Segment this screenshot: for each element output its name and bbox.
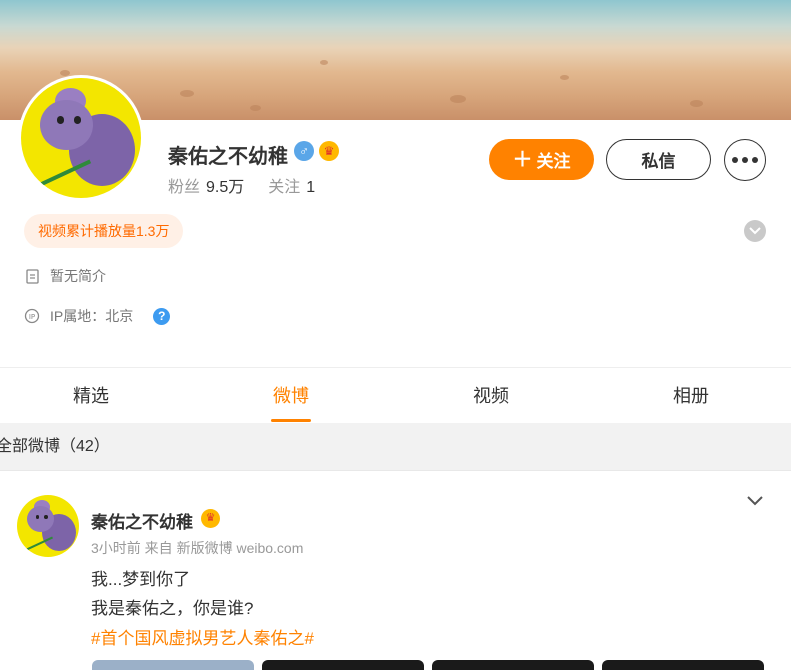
post-menu-chevron-icon[interactable]: [746, 494, 764, 508]
document-icon: [24, 268, 40, 284]
svg-text:IP: IP: [29, 313, 35, 321]
help-icon[interactable]: ?: [153, 307, 171, 325]
chevron-down-icon: [749, 227, 761, 235]
post-image-thumb[interactable]: [602, 660, 764, 670]
tab-label: 微博: [273, 386, 309, 406]
message-button-label: 私信: [641, 152, 676, 171]
ip-location-text: IP属地：北京: [50, 308, 134, 324]
follow-button-label: 关注: [536, 152, 571, 171]
post-text-line: 我...梦到你了: [91, 570, 191, 589]
bio-text: 暂无简介: [50, 268, 106, 284]
following-count[interactable]: 1: [306, 179, 315, 196]
tab-albums[interactable]: 相册: [641, 368, 741, 424]
post-author-avatar[interactable]: [17, 495, 79, 557]
follow-button[interactable]: ＋ 关注: [489, 139, 594, 180]
tab-featured[interactable]: 精选: [41, 368, 141, 424]
plus-icon: ＋: [512, 148, 533, 171]
post-image-thumb[interactable]: [92, 660, 254, 670]
profile-tabs: 精选 微博 视频 相册: [0, 367, 791, 424]
male-icon: ♂: [294, 141, 314, 161]
post-meta[interactable]: 3小时前 来自 新版微博 weibo.com: [91, 538, 303, 558]
post-image-thumb[interactable]: [432, 660, 594, 670]
bio-row: 暂无简介: [24, 266, 106, 286]
post-image-thumb[interactable]: [262, 660, 424, 670]
more-options-button[interactable]: [724, 139, 766, 181]
vip-crown-icon[interactable]: ♛: [201, 509, 220, 528]
video-views-badge[interactable]: 视频累计播放量1.3万: [24, 214, 184, 248]
profile-avatar[interactable]: [18, 75, 144, 201]
all-posts-filter[interactable]: 全部微博（42）: [0, 423, 791, 471]
active-tab-indicator: [271, 419, 311, 422]
vip-crown-icon[interactable]: ♛: [319, 141, 339, 161]
tab-label: 精选: [73, 386, 109, 406]
expand-profile-button[interactable]: [744, 220, 766, 242]
fans-label[interactable]: 粉丝: [168, 179, 200, 196]
post-text-line: 我是秦佑之，你是谁?: [91, 599, 254, 618]
more-dot-icon: [742, 157, 748, 163]
tab-weibo[interactable]: 微博: [241, 368, 341, 424]
ip-location-row: IP IP属地：北京 ?: [24, 306, 171, 326]
message-button[interactable]: 私信: [606, 139, 711, 180]
profile-stats: 粉丝 9.5万 关注 1: [168, 173, 315, 197]
more-dot-icon: [752, 157, 758, 163]
more-dot-icon: [732, 157, 738, 163]
profile-name: 秦佑之不幼稚: [168, 146, 288, 168]
tab-videos[interactable]: 视频: [441, 368, 541, 424]
tab-label: 相册: [673, 386, 709, 406]
post-author-name[interactable]: 秦佑之不幼稚: [91, 508, 193, 533]
post-hashtag-link[interactable]: #首个国风虚拟男艺人秦佑之#: [91, 624, 314, 649]
tab-label: 视频: [473, 386, 509, 406]
fans-count[interactable]: 9.5万: [206, 179, 244, 196]
following-label[interactable]: 关注: [268, 179, 300, 196]
ip-location-icon: IP: [24, 308, 40, 324]
